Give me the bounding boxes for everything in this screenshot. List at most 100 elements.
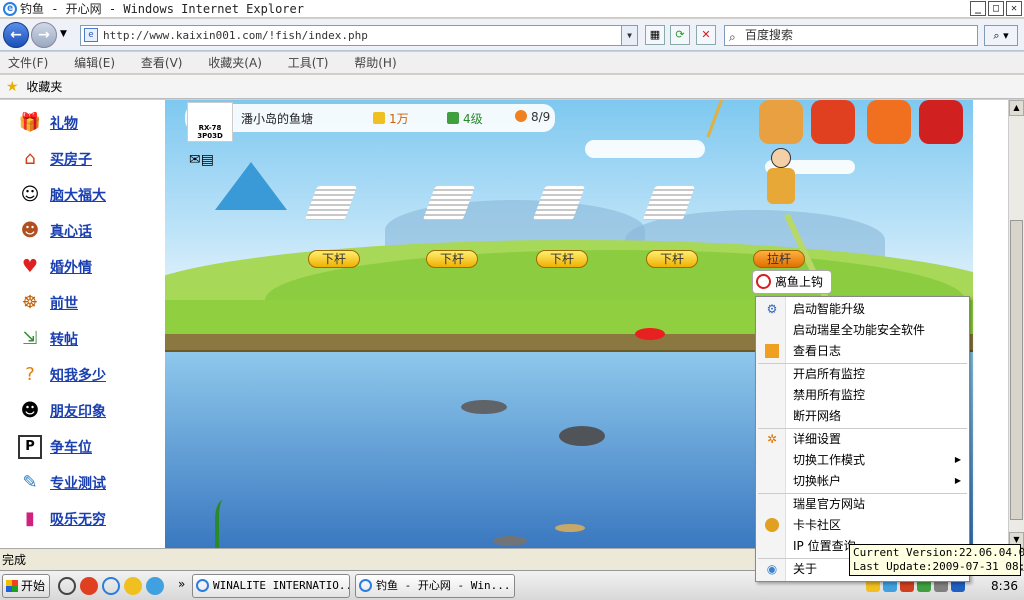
- sidebar-item-label[interactable]: 吸乐无穷: [50, 509, 106, 529]
- search-input[interactable]: ⌕ 百度搜索: [724, 25, 978, 46]
- heart-icon: ♥: [21, 256, 39, 277]
- menu-help[interactable]: 帮助(H): [354, 56, 396, 70]
- pull-button[interactable]: 拉杆: [753, 250, 805, 268]
- shield-icon[interactable]: [146, 577, 164, 595]
- maximize-button[interactable]: □: [988, 1, 1004, 16]
- tent: [215, 162, 287, 210]
- refresh-icon[interactable]: ⟳: [670, 25, 690, 45]
- menu-item-kaka-community[interactable]: 卡卡社区: [756, 515, 969, 535]
- sidebar-item-past-life[interactable]: ☸ 前世: [18, 290, 78, 316]
- pond-name: 潘小岛的鱼塘: [241, 112, 314, 126]
- sidebar-item-fortune[interactable]: ☺ 脑大福大: [18, 182, 106, 208]
- vertical-scrollbar[interactable]: ▲ ▼: [1008, 100, 1024, 548]
- menu-item-disconnect[interactable]: 断开网络: [756, 406, 969, 426]
- quick-launch-icon[interactable]: [80, 577, 98, 595]
- menu-item-smart-upgrade[interactable]: ⚙ 启动智能升级: [756, 299, 969, 319]
- stop-icon[interactable]: ✕: [696, 25, 716, 45]
- fisher-character[interactable]: [761, 148, 801, 220]
- sidebar-item-gift[interactable]: 🎁 礼物: [18, 110, 78, 136]
- task-winalite[interactable]: WINALITE INTERNATIO...: [192, 574, 350, 598]
- expand-icon[interactable]: »: [178, 577, 185, 591]
- shop-icon[interactable]: [811, 100, 855, 144]
- menu-item-settings[interactable]: ✲ 详细设置: [756, 429, 969, 449]
- sidebar-item-impression[interactable]: ☻ 朋友印象: [18, 398, 106, 424]
- menu-item-label: 切换工作模式: [793, 453, 866, 467]
- qq-icon[interactable]: [124, 577, 142, 595]
- menu-item-official-site[interactable]: 瑞星官方网站: [756, 494, 969, 514]
- sidebar-item-label[interactable]: 争车位: [50, 437, 92, 457]
- sidebar-item-repost[interactable]: ⇲ 转帖: [18, 326, 78, 352]
- menu-item-view-log[interactable]: 查看日志: [756, 341, 969, 361]
- scroll-up-icon[interactable]: ▲: [1009, 100, 1024, 116]
- mail-icon[interactable]: ✉▤: [189, 152, 214, 168]
- cast-button-3[interactable]: 下杆: [536, 250, 588, 268]
- menu-item-switch-mode[interactable]: 切换工作模式 ▶: [756, 450, 969, 470]
- sidebar-item-label[interactable]: 朋友印象: [50, 401, 106, 421]
- menu-edit[interactable]: 编辑(E): [74, 56, 115, 70]
- cast-button-4[interactable]: 下杆: [646, 250, 698, 268]
- scroll-thumb[interactable]: [1010, 220, 1023, 520]
- address-dropdown-icon[interactable]: ▼: [621, 26, 637, 45]
- clock-icon: [756, 274, 771, 289]
- start-button[interactable]: 开始: [2, 574, 50, 598]
- sidebar-item-label[interactable]: 转帖: [50, 329, 78, 349]
- menu-file[interactable]: 文件(F): [8, 56, 48, 70]
- menu-item-switch-account[interactable]: 切换帐户 ▶: [756, 471, 969, 491]
- menu-favorites[interactable]: 收藏夹(A): [208, 56, 262, 70]
- menu-item-enable-monitoring[interactable]: 开启所有监控: [756, 364, 969, 384]
- sidebar-item-label[interactable]: 买房子: [50, 149, 92, 169]
- submenu-arrow-icon: ▶: [954, 455, 961, 464]
- compat-icon[interactable]: ▦: [645, 25, 665, 45]
- ie-quick-icon[interactable]: [102, 577, 120, 595]
- task-fishing[interactable]: 钓鱼 - 开心网 - Win...: [355, 574, 515, 598]
- menu-item-disable-monitoring[interactable]: 禁用所有监控: [756, 385, 969, 405]
- minimize-button[interactable]: _: [970, 1, 986, 16]
- star-icon[interactable]: ★: [6, 79, 19, 95]
- sidebar-item-label[interactable]: 脑大福大: [50, 185, 106, 205]
- sidebar-item-label[interactable]: 知我多少: [50, 365, 106, 385]
- forward-button[interactable]: →: [31, 22, 57, 48]
- sidebar-item-quiz[interactable]: ? 知我多少: [18, 362, 106, 388]
- settings-gear-icon: ✲: [766, 432, 778, 446]
- sidebar-item-truth[interactable]: ☻ 真心话: [18, 218, 92, 244]
- cast-button-2[interactable]: 下杆: [426, 250, 478, 268]
- seaweed: [215, 500, 235, 548]
- sidebar-item-parking[interactable]: P 争车位: [18, 434, 92, 460]
- menu-item-label: 查看日志: [793, 344, 842, 358]
- address-bar[interactable]: e http://www.kaixin001.com/!fish/index.p…: [80, 25, 638, 46]
- tools-icon[interactable]: [919, 100, 963, 144]
- basket-icon[interactable]: [759, 100, 803, 144]
- fishing-rod-icon[interactable]: [706, 100, 756, 149]
- close-button[interactable]: ✕: [1006, 1, 1022, 16]
- menu-view[interactable]: 查看(V): [141, 56, 183, 70]
- drink-icon: ▮: [25, 508, 35, 529]
- menu-item-label: 禁用所有监控: [793, 388, 866, 402]
- back-button[interactable]: ←: [3, 22, 29, 48]
- version-line: Current Version:22.06.04.08: [853, 546, 1024, 559]
- avatar[interactable]: RX-78 3P03D: [187, 102, 233, 142]
- ie-icon: [359, 579, 372, 592]
- media-player-icon[interactable]: [58, 577, 76, 595]
- fish: [635, 328, 665, 340]
- sidebar-item-label[interactable]: 专业测试: [50, 473, 106, 493]
- sidebar-item-drink[interactable]: ▮ 吸乐无穷: [18, 506, 106, 532]
- status-text: 完成: [2, 553, 27, 567]
- sidebar-item-label[interactable]: 婚外情: [50, 257, 92, 277]
- sidebar-item-label[interactable]: 真心话: [50, 221, 92, 241]
- cast-button-1[interactable]: 下杆: [308, 250, 360, 268]
- sidebar-item-test[interactable]: ✎ 专业测试: [18, 470, 106, 496]
- menu-item-launch-rising[interactable]: 启动瑞星全功能安全软件: [756, 320, 969, 340]
- menu-item-label: 卡卡社区: [793, 518, 842, 532]
- favorites-label[interactable]: 收藏夹: [26, 80, 62, 94]
- history-dropdown-icon[interactable]: ▼: [60, 29, 67, 39]
- sidebar-item-house[interactable]: ⌂ 买房子: [18, 146, 92, 172]
- favorites-bar: ★ 收藏夹: [0, 75, 1024, 99]
- navigation-bar: ← → ▼ e http://www.kaixin001.com/!fish/i…: [0, 19, 1024, 51]
- bag-icon[interactable]: [867, 100, 911, 144]
- sidebar-item-affair[interactable]: ♥ 婚外情: [18, 254, 92, 280]
- sidebar-item-label[interactable]: 礼物: [50, 113, 78, 133]
- level: 4级: [447, 110, 483, 127]
- sidebar-item-label[interactable]: 前世: [50, 293, 78, 313]
- menu-tools[interactable]: 工具(T): [288, 56, 329, 70]
- search-button[interactable]: ⌕ ▾: [984, 25, 1018, 46]
